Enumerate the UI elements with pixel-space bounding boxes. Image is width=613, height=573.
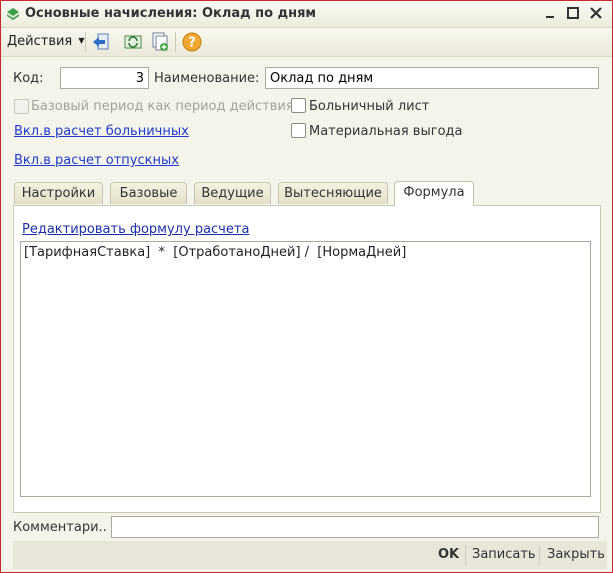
sick-leave-checkbox[interactable] — [291, 98, 306, 113]
window-title: Основные начисления: Оклад по дням — [25, 6, 317, 21]
name-label: Наименование: — [154, 71, 260, 86]
material-benefit-checkbox[interactable] — [291, 123, 306, 138]
svg-text:?: ? — [188, 36, 196, 51]
tab-base[interactable]: Базовые — [110, 182, 187, 204]
maximize-icon[interactable] — [564, 5, 582, 22]
ok-button[interactable]: OK — [438, 547, 459, 562]
tab-leading[interactable]: Ведущие — [194, 182, 271, 204]
dropdown-arrow-icon: ▼ — [78, 36, 85, 45]
copy-add-icon[interactable] — [149, 31, 171, 53]
main-window: Основные начисления: Оклад по дням Дейст… — [0, 0, 613, 573]
refresh-icon[interactable] — [122, 31, 144, 53]
formula-text: [ТарифнаяСтавка] * [ОтработаноДней] / [Н… — [24, 245, 407, 260]
formula-textarea[interactable]: [ТарифнаяСтавка] * [ОтработаноДней] / [Н… — [20, 241, 591, 497]
toolbar: Действия ▼ ? — [1, 28, 612, 57]
actions-menu-button[interactable]: Действия ▼ — [7, 34, 85, 49]
comment-label: Комментари.. — [13, 520, 107, 535]
footer-separator — [539, 545, 540, 565]
close-icon[interactable] — [587, 5, 605, 22]
actions-label: Действия — [7, 34, 73, 49]
toolbar-separator — [175, 32, 176, 52]
comment-field[interactable] — [111, 516, 599, 538]
edit-formula-link[interactable]: Редактировать формулу расчета — [22, 222, 249, 237]
title-bar: Основные начисления: Оклад по дням — [1, 1, 612, 28]
base-period-checkbox[interactable] — [14, 99, 29, 114]
sick-leave-label: Больничный лист — [309, 99, 430, 114]
toolbar-separator — [85, 32, 86, 52]
name-field[interactable] — [265, 67, 599, 89]
minimize-icon[interactable] — [541, 5, 559, 22]
app-icon — [7, 8, 19, 20]
footer-bar: OK Записать Закрыть — [13, 541, 607, 569]
save-button[interactable]: Записать — [472, 547, 536, 562]
material-benefit-label: Материальная выгода — [309, 124, 463, 139]
footer-separator — [465, 545, 466, 565]
link-sick-calc[interactable]: Вкл.в расчет больничных — [14, 124, 189, 139]
help-icon[interactable]: ? — [181, 31, 203, 53]
tab-settings[interactable]: Настройки — [14, 182, 103, 204]
close-button[interactable]: Закрыть — [547, 547, 605, 562]
base-period-label: Базовый период как период действия — [31, 99, 294, 114]
back-arrow-icon[interactable] — [90, 31, 112, 53]
link-vacation-calc[interactable]: Вкл.в расчет отпускных — [14, 153, 179, 168]
tab-formula[interactable]: Формула — [394, 181, 474, 206]
code-field[interactable] — [60, 67, 149, 89]
tab-displacing[interactable]: Вытесняющие — [278, 182, 388, 204]
code-label: Код: — [13, 71, 44, 86]
